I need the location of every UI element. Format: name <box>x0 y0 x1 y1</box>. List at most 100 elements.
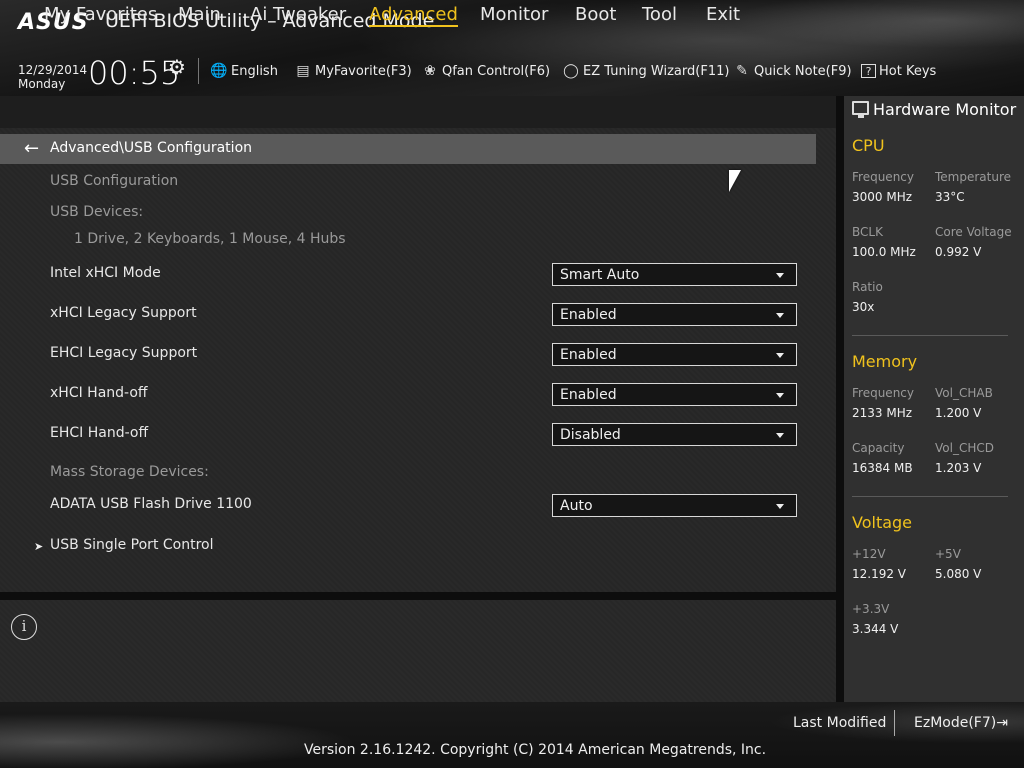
chevron-down-icon <box>776 353 784 358</box>
vol-chcd-label: Vol_CHCD <box>935 441 994 455</box>
dropdown-value: Enabled <box>560 387 617 403</box>
language-button[interactable]: 🌐 English <box>210 62 278 80</box>
ez-tuning-button[interactable]: ◯ EZ Tuning Wizard(F11) <box>562 62 729 80</box>
toolbar-separator <box>198 58 199 84</box>
cpu-temperature-value: 33°C <box>935 190 965 204</box>
setting-label-intel-xhci-mode: Intel xHCI Mode <box>50 265 161 281</box>
panel-divider <box>0 592 836 600</box>
myfavorite-label: MyFavorite(F3) <box>315 63 412 79</box>
bclk-label: BCLK <box>852 225 883 239</box>
ehci-legacy-support-dropdown[interactable]: Enabled <box>552 343 797 366</box>
date-display: 12/29/2014 Monday <box>18 63 87 91</box>
v12-label: +12V <box>852 547 886 561</box>
memory-frequency-value: 2133 MHz <box>852 406 913 420</box>
monitor-icon <box>852 101 869 118</box>
v5-value: 5.080 V <box>935 567 982 581</box>
day-text: Monday <box>18 77 66 91</box>
chevron-down-icon <box>776 273 784 278</box>
voltage-heading: Voltage <box>852 513 913 532</box>
last-modified-button[interactable]: Last Modified <box>793 715 886 731</box>
setting-label-xhci-hand-off: xHCI Hand-off <box>50 385 148 401</box>
note-icon: ✎ <box>736 63 748 79</box>
exit-icon: ⇥ <box>996 715 1008 731</box>
usb-devices-value: 1 Drive, 2 Keyboards, 1 Mouse, 4 Hubs <box>74 231 346 247</box>
xhci-legacy-support-dropdown[interactable]: Enabled <box>552 303 797 326</box>
usb-single-port-control-link[interactable]: USB Single Port Control <box>50 537 214 553</box>
setting-label-ehci-hand-off: EHCI Hand-off <box>50 425 149 441</box>
dropdown-value: Enabled <box>560 347 617 363</box>
ratio-label: Ratio <box>852 280 883 294</box>
date-text: 12/29/2014 <box>18 63 88 77</box>
cpu-frequency-value: 3000 MHz <box>852 190 913 204</box>
qfan-button[interactable]: ❀ Qfan Control(F6) <box>421 62 550 80</box>
core-voltage-value: 0.992 V <box>935 245 982 259</box>
chevron-right-icon: ➤ <box>34 540 44 553</box>
cpu-frequency-label: Frequency <box>852 170 914 184</box>
ehci-hand-off-dropdown[interactable]: Disabled <box>552 423 797 446</box>
bclk-value: 100.0 MHz <box>852 245 916 259</box>
hot-keys-label: Hot Keys <box>879 63 937 79</box>
core-voltage-label: Core Voltage <box>935 225 1012 239</box>
xhci-hand-off-dropdown[interactable]: Enabled <box>552 383 797 406</box>
clock: 00:55 <box>88 54 181 92</box>
chevron-down-icon <box>776 393 784 398</box>
ezmode-button[interactable]: EzMode(F7)⇥ <box>914 715 1008 731</box>
tab-main[interactable]: Main <box>178 4 221 25</box>
favorites-icon: ▤ <box>296 63 310 79</box>
setting-label-xhci-legacy-support: xHCI Legacy Support <box>50 305 197 321</box>
adata-usb-flash-drive-dropdown[interactable]: Auto <box>552 494 797 517</box>
dropdown-value: Disabled <box>560 427 621 443</box>
mouse-cursor-icon <box>729 170 741 192</box>
qfan-label: Qfan Control(F6) <box>442 63 551 79</box>
fan-icon: ❀ <box>424 63 436 79</box>
tab-tool[interactable]: Tool <box>642 4 677 25</box>
tab-ai-tweaker[interactable]: Ai Tweaker <box>250 4 346 25</box>
vol-chab-label: Vol_CHAB <box>935 386 993 400</box>
info-icon: i <box>11 614 37 640</box>
setting-label-adata-usb-flash-drive: ADATA USB Flash Drive 1100 <box>50 496 252 512</box>
footer-separator <box>894 710 895 736</box>
dropdown-value: Auto <box>560 498 593 514</box>
divider <box>852 496 1008 497</box>
myfavorite-button[interactable]: ▤ MyFavorite(F3) <box>294 62 412 80</box>
v5-label: +5V <box>935 547 961 561</box>
intel-xhci-mode-dropdown[interactable]: Smart Auto <box>552 263 797 286</box>
v33-value: 3.344 V <box>852 622 899 636</box>
version-text: Version 2.16.1242. Copyright (C) 2014 Am… <box>304 742 767 758</box>
memory-heading: Memory <box>852 352 918 371</box>
quick-note-button[interactable]: ✎ Quick Note(F9) <box>733 62 852 80</box>
v33-label: +3.3V <box>852 602 890 616</box>
vertical-divider <box>836 96 844 702</box>
breadcrumb[interactable]: ← Advanced\USB Configuration <box>0 134 816 164</box>
dropdown-value: Smart Auto <box>560 267 640 283</box>
ratio-value: 30x <box>852 300 875 314</box>
setting-label-ehci-legacy-support: EHCI Legacy Support <box>50 345 198 361</box>
cpu-heading: CPU <box>852 136 885 155</box>
tab-my-favorites[interactable]: My Favorites <box>44 4 157 25</box>
tab-advanced[interactable]: Advanced <box>369 4 458 27</box>
dropdown-value: Enabled <box>560 307 617 323</box>
tab-monitor[interactable]: Monitor <box>480 4 548 25</box>
vol-chab-value: 1.200 V <box>935 406 982 420</box>
ezmode-label: EzMode(F7) <box>914 715 997 731</box>
language-label: English <box>231 63 278 79</box>
hardware-monitor-title: Hardware Monitor <box>873 100 1017 119</box>
lightbulb-icon: ◯ <box>563 63 579 79</box>
quick-note-label: Quick Note(F9) <box>754 63 852 79</box>
hot-keys-button[interactable]: ? Hot Keys <box>861 62 936 80</box>
chevron-down-icon <box>776 504 784 509</box>
globe-icon: 🌐 <box>210 63 228 79</box>
main-menu-bar <box>0 96 836 128</box>
tab-exit[interactable]: Exit <box>706 4 740 25</box>
vol-chcd-value: 1.203 V <box>935 461 982 475</box>
gear-icon[interactable]: ⚙ <box>168 55 186 79</box>
tab-boot[interactable]: Boot <box>575 4 616 25</box>
chevron-down-icon <box>776 433 784 438</box>
mass-storage-label: Mass Storage Devices: <box>50 464 209 480</box>
back-arrow-icon[interactable]: ← <box>24 138 39 159</box>
question-icon: ? <box>861 64 876 78</box>
divider <box>852 335 1008 336</box>
breadcrumb-path: Advanced\USB Configuration <box>50 140 253 156</box>
memory-frequency-label: Frequency <box>852 386 914 400</box>
section-title: USB Configuration <box>50 173 179 189</box>
